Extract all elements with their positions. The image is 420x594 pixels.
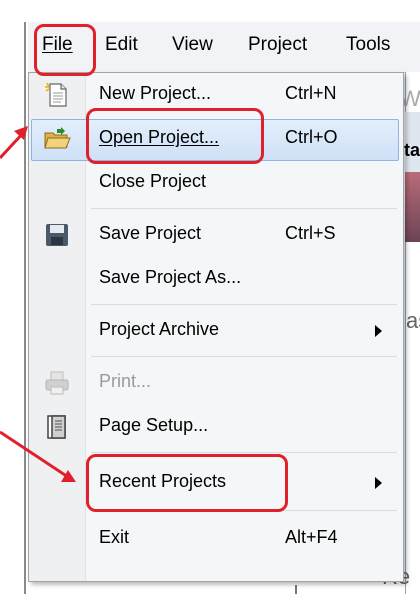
annotation-arrowhead-open — [14, 126, 28, 140]
annotation-arrowhead-recent — [61, 470, 76, 482]
annotation-arrow-recent — [0, 430, 69, 479]
annotation-arrows — [0, 126, 76, 482]
